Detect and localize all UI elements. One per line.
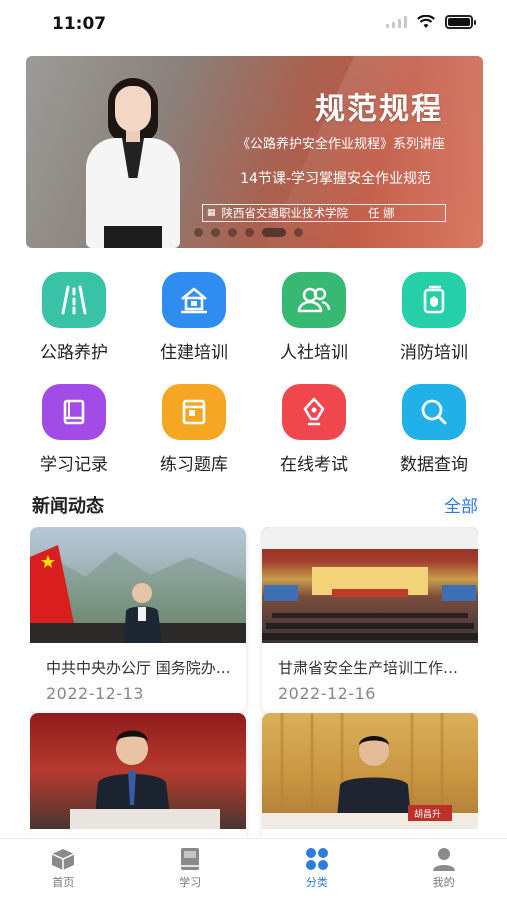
news-image: 胡昌升 — [262, 713, 478, 829]
presenter-image — [78, 74, 188, 248]
carousel-dot[interactable] — [211, 228, 220, 237]
carousel-dots[interactable] — [194, 228, 303, 237]
category-grid: 公路养护 住建培训 人社培训 消防培训 学习记录 练习题库 在线考试 数据查询 — [14, 272, 494, 496]
grid-icon — [305, 848, 328, 870]
signal-icon — [386, 16, 407, 28]
news-title: 甘肃省安全生产培训工作会议 — [278, 659, 474, 677]
news-section-title: 新闻动态 — [32, 496, 104, 517]
notebook-icon — [181, 848, 200, 870]
news-card[interactable] — [30, 713, 246, 837]
news-nameplate: 胡昌升 — [414, 810, 442, 820]
banner-title: 规范规程 — [315, 92, 443, 127]
tab-label: 分类 — [305, 876, 328, 889]
banner-lesson: 14节课-学习掌握安全作业规范 — [240, 171, 431, 187]
category-label: 练习题库 — [160, 455, 228, 475]
pen-icon — [282, 384, 346, 440]
news-card[interactable]: 中共中央办公厅 国务院办公厅 2022-12-13 — [30, 527, 246, 713]
category-road-maintenance[interactable]: 公路养护 — [14, 272, 134, 384]
category-study-records[interactable]: 学习记录 — [14, 384, 134, 496]
house-icon — [162, 272, 226, 328]
news-title — [30, 829, 246, 837]
tab-label: 首页 — [52, 876, 75, 889]
category-label: 消防培训 — [400, 343, 468, 363]
news-section-header: 新闻动态 全部 — [32, 490, 478, 520]
category-label: 在线考试 — [280, 455, 348, 475]
people-icon — [282, 272, 346, 328]
carousel-dot[interactable] — [194, 228, 203, 237]
battery-icon — [445, 15, 476, 29]
category-label: 公路养护 — [40, 343, 108, 363]
status-bar: 11:07 — [0, 0, 507, 48]
category-data-query[interactable]: 数据查询 — [374, 384, 494, 496]
user-icon — [432, 848, 455, 871]
wifi-icon — [417, 15, 435, 28]
news-card[interactable]: 胡昌升 — [262, 713, 478, 837]
news-view-all-link[interactable]: 全部 — [444, 492, 478, 517]
news-list: 中共中央办公厅 国务院办公厅 2022-12-13 甘肃省安全生产培训工作会议 … — [30, 527, 478, 837]
box-icon — [52, 849, 75, 870]
book-icon — [42, 384, 106, 440]
tab-label: 学习 — [179, 876, 202, 889]
bottom-tab-bar: 首页 学习 分类 我的 — [0, 838, 507, 900]
category-online-exam[interactable]: 在线考试 — [254, 384, 374, 496]
news-title: 中共中央办公厅 国务院办公厅 — [46, 659, 246, 677]
news-card[interactable]: 甘肃省安全生产培训工作会议 2022-12-16 — [262, 527, 478, 713]
news-title — [262, 829, 478, 837]
banner-footer: ▦ 陕西省交通职业技术学院 任 娜 — [202, 204, 446, 222]
carousel-dot[interactable] — [245, 228, 254, 237]
category-question-bank[interactable]: 练习题库 — [134, 384, 254, 496]
banner-subtitle: 《公路养护安全作业规程》系列讲座 — [236, 137, 445, 152]
category-label: 数据查询 — [400, 455, 468, 475]
tab-label: 我的 — [432, 876, 455, 889]
status-time: 11:07 — [52, 14, 107, 34]
tab-study[interactable]: 学习 — [127, 839, 254, 900]
news-date: 2022-12-13 — [46, 684, 144, 703]
carousel-dot[interactable] — [228, 228, 237, 237]
question-bank-icon — [162, 384, 226, 440]
news-image — [30, 527, 246, 643]
news-date: 2022-12-16 — [278, 684, 376, 703]
banner-school: 陕西省交通职业技术学院 — [221, 206, 349, 220]
news-image — [30, 713, 246, 829]
fire-shield-icon — [402, 272, 466, 328]
status-icons — [386, 15, 476, 29]
banner-carousel[interactable]: 规范规程 《公路养护安全作业规程》系列讲座 14节课-学习掌握安全作业规范 ▦ … — [26, 56, 483, 248]
tab-mine[interactable]: 我的 — [380, 839, 507, 900]
carousel-dot[interactable] — [294, 228, 303, 237]
category-hr-training[interactable]: 人社培训 — [254, 272, 374, 384]
banner-speaker: 任 娜 — [368, 206, 395, 220]
school-logo-icon: ▦ — [207, 207, 216, 218]
search-icon — [402, 384, 466, 440]
news-image — [262, 527, 478, 643]
tab-home[interactable]: 首页 — [0, 839, 127, 900]
category-label: 住建培训 — [160, 343, 228, 363]
category-label: 学习记录 — [40, 455, 108, 475]
road-icon — [42, 272, 106, 328]
category-fire-training[interactable]: 消防培训 — [374, 272, 494, 384]
carousel-dot[interactable] — [262, 228, 286, 237]
category-construction-training[interactable]: 住建培训 — [134, 272, 254, 384]
tab-category[interactable]: 分类 — [254, 839, 381, 900]
category-label: 人社培训 — [280, 343, 348, 363]
